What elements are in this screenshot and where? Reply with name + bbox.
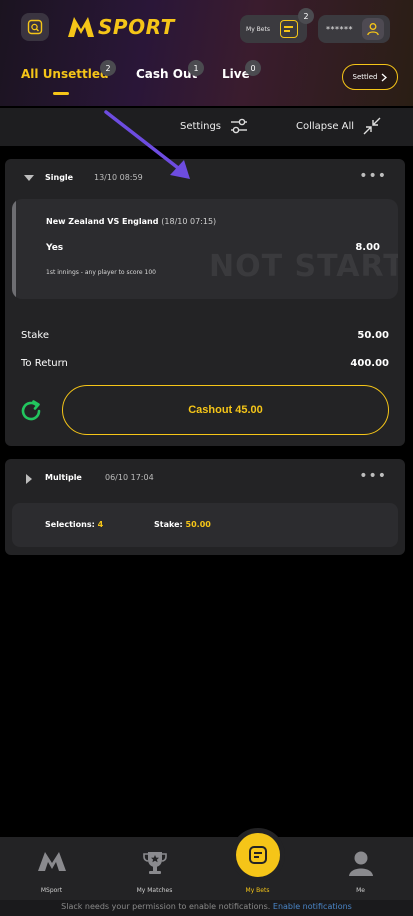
notification-text: Slack needs your permission to enable no… <box>61 902 271 911</box>
enable-notifications-link[interactable]: Enable notifications <box>273 902 352 911</box>
stake-value: 50.00 <box>185 520 211 529</box>
collapse-all-button[interactable]: Collapse All <box>296 116 382 136</box>
refresh-cashout-button[interactable] <box>18 398 44 424</box>
active-tab-indicator <box>53 92 69 95</box>
expand-triangle-icon <box>26 474 32 484</box>
nav-my-matches[interactable]: My Matches <box>103 837 206 900</box>
selections-summary: Selections: 4 <box>45 520 103 529</box>
refresh-icon <box>21 400 41 421</box>
bet-type: Single <box>45 173 74 182</box>
match-start-time: (18/10 07:15) <box>161 217 217 226</box>
msport-m-icon <box>68 17 94 37</box>
betslip-icon <box>280 20 298 38</box>
sliders-icon <box>231 118 248 134</box>
account-balance-mask: ****** <box>326 24 353 34</box>
my-bets-active-circle <box>235 833 280 877</box>
chevron-right-icon <box>382 73 388 81</box>
selection-odds: 8.00 <box>355 242 380 253</box>
more-options-icon[interactable]: ••• <box>359 168 387 184</box>
user-icon <box>362 18 384 40</box>
account-button[interactable]: ****** <box>318 15 390 43</box>
tab-cash-out-count: 1 <box>188 60 204 76</box>
trophy-icon <box>142 852 167 874</box>
collapse-all-label: Collapse All <box>296 120 355 132</box>
bet-card-header[interactable]: Multiple 06/10 17:04 ••• <box>5 459 405 497</box>
user-icon <box>348 851 373 876</box>
app-header: SPORT My Bets 2 ****** All Unsettled 2 C… <box>0 0 413 106</box>
nav-msport-label: MSport <box>40 887 63 894</box>
stake-value: 50.00 <box>357 330 389 341</box>
nav-me-label: Me <box>356 887 365 894</box>
bet-code-button[interactable] <box>21 13 49 41</box>
status-watermark: NOT START <box>209 249 398 284</box>
msport-logo[interactable]: SPORT <box>66 12 175 42</box>
selections-label: Selections: <box>45 520 95 529</box>
match-teams: New Zealand VS England <box>46 217 159 226</box>
settled-label: Settled <box>352 73 378 81</box>
selection-box: NOT START New Zealand VS England (18/10 … <box>12 199 398 299</box>
search-ticket-icon <box>27 19 43 35</box>
bet-type: Multiple <box>45 473 82 482</box>
selections-value: 4 <box>97 520 104 529</box>
collapse-icon <box>363 117 381 135</box>
multiple-summary: Selections: 4 Stake: 50.00 <box>12 503 398 547</box>
my-bets-count-badge: 2 <box>298 8 314 24</box>
tab-live-count: 0 <box>245 60 261 76</box>
selection-market: 1st innings - any player to score 100 <box>46 269 156 276</box>
betslip-icon <box>248 846 267 864</box>
settled-button[interactable]: Settled <box>342 64 398 90</box>
bets-toolbar: Settings Collapse All <box>0 108 413 146</box>
nav-my-bets-label: My Bets <box>245 887 270 894</box>
annotation-arrow-icon <box>104 110 190 179</box>
bet-card-single: Single 13/10 08:59 ••• NOT START New Zea… <box>5 159 405 446</box>
selection-status-bar <box>12 199 16 299</box>
bet-placed-time: 06/10 17:04 <box>105 473 154 482</box>
msport-logo-icon <box>37 852 66 871</box>
logo-text: SPORT <box>98 15 175 39</box>
to-return-row: To Return 400.00 <box>21 358 389 369</box>
header-my-bets-button[interactable]: My Bets <box>240 15 307 43</box>
match-name: New Zealand VS England (18/10 07:15) <box>46 217 216 226</box>
to-return-value: 400.00 <box>350 358 389 369</box>
bet-card-multiple: Multiple 06/10 17:04 ••• Selections: 4 S… <box>5 459 405 555</box>
selection-pick: Yes <box>46 243 64 253</box>
nav-my-matches-label: My Matches <box>136 887 173 894</box>
nav-msport[interactable]: MSport <box>0 837 103 900</box>
to-return-label: To Return <box>21 358 68 369</box>
notification-banner: Slack needs your permission to enable no… <box>0 900 413 916</box>
my-bets-label: My Bets <box>246 25 270 33</box>
stake-label: Stake <box>21 330 49 341</box>
tab-all-unsettled-count: 2 <box>100 60 116 76</box>
stake-row: Stake 50.00 <box>21 330 389 341</box>
collapse-triangle-icon <box>24 175 34 181</box>
bet-card-header[interactable]: Single 13/10 08:59 ••• <box>5 159 405 197</box>
more-options-icon[interactable]: ••• <box>359 468 387 484</box>
stake-summary: Stake: 50.00 <box>154 520 211 529</box>
tab-all-unsettled[interactable]: All Unsettled <box>21 67 109 81</box>
cashout-button[interactable]: Cashout 45.00 <box>62 385 389 435</box>
bottom-navigation: MSport My Matches My Bets Me <box>0 833 413 900</box>
stake-label: Stake: <box>154 520 183 529</box>
nav-my-bets[interactable]: My Bets <box>206 833 309 900</box>
nav-me[interactable]: Me <box>309 837 412 900</box>
